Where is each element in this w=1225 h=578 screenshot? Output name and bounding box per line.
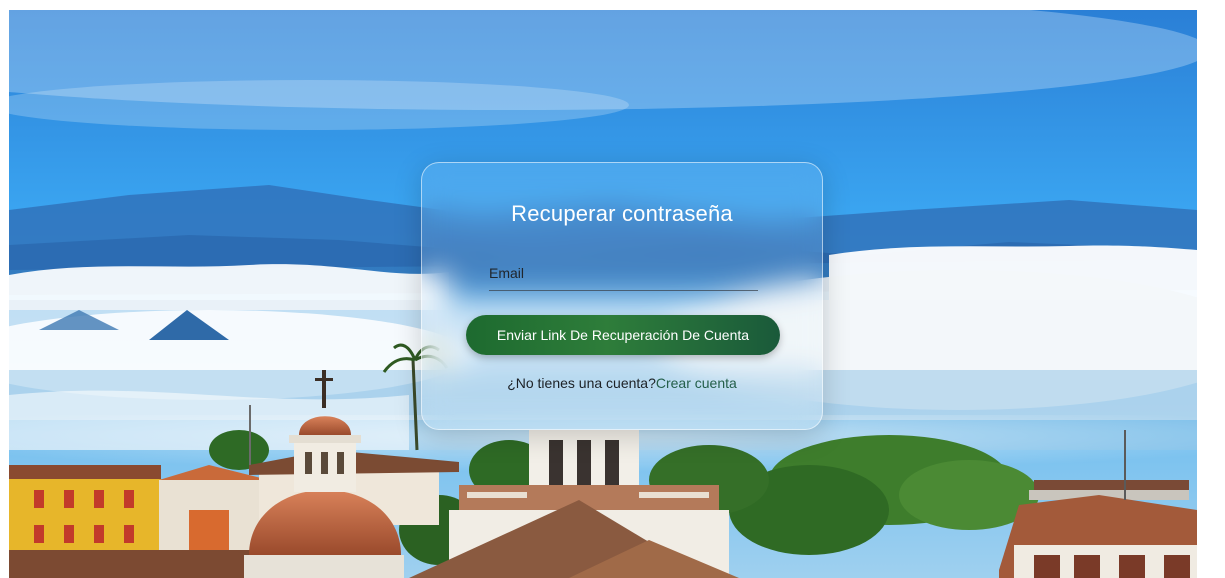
send-recovery-link-button[interactable]: Enviar Link De Recuperación De Cuenta	[466, 315, 780, 355]
signup-prompt: ¿No tienes una cuenta?Crear cuenta	[422, 375, 822, 391]
page-title: Recuperar contraseña	[511, 201, 733, 226]
create-account-link[interactable]: Crear cuenta	[656, 375, 737, 391]
email-field-wrapper	[489, 259, 758, 291]
email-field[interactable]	[489, 259, 758, 291]
recover-password-card: Recuperar contraseña Enviar Link De Recu…	[421, 162, 823, 430]
signup-question: ¿No tienes una cuenta?	[507, 375, 656, 391]
